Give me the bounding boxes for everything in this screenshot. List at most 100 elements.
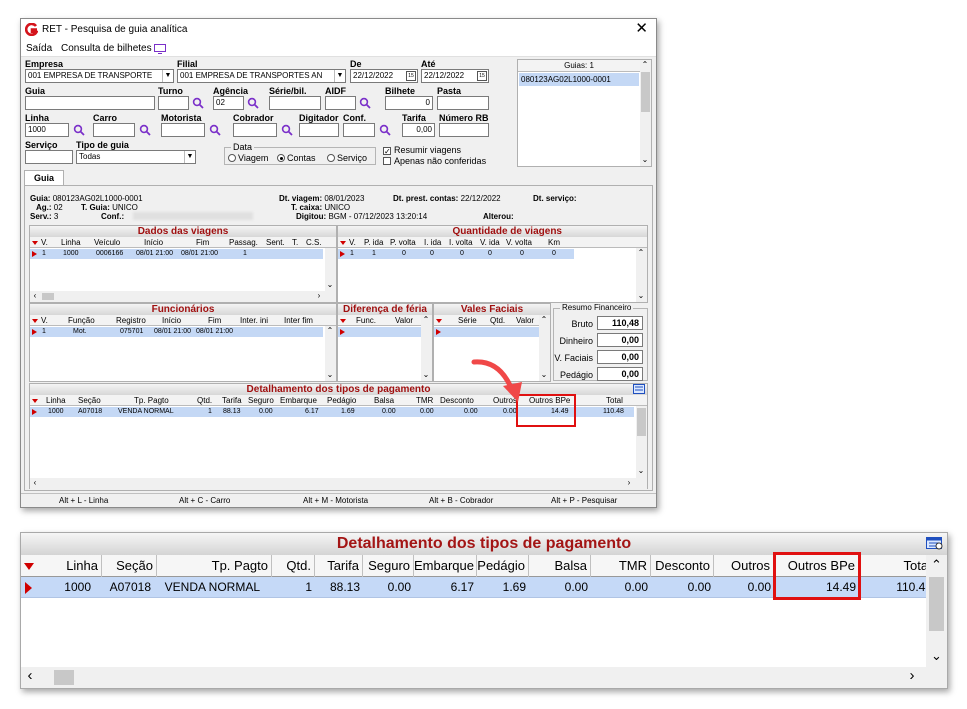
col-secao[interactable]: Seção: [78, 395, 101, 406]
conf-search-icon[interactable]: [379, 124, 391, 136]
col-qtd[interactable]: Qtd.: [490, 315, 505, 326]
calendar-icon[interactable]: 15: [406, 71, 416, 81]
col-tp-pagto[interactable]: Tp. Pagto: [157, 555, 272, 577]
guias-list[interactable]: Guias: 1 080123AG02L1000-0001 ⌃ ⌄: [517, 59, 652, 167]
col-outros[interactable]: Outros: [714, 555, 774, 577]
col-secao[interactable]: Seção: [102, 555, 157, 577]
col-v-ida[interactable]: V. ida: [480, 237, 500, 248]
chevron-left-icon[interactable]: ‹: [30, 478, 40, 488]
col-desconto[interactable]: Desconto: [440, 395, 474, 406]
scroll-thumb[interactable]: [641, 72, 650, 112]
menu-saida[interactable]: Saída: [26, 43, 52, 54]
calendar-icon[interactable]: 15: [477, 71, 487, 81]
carro-search-icon[interactable]: [139, 124, 151, 136]
col-qtd[interactable]: Qtd.: [197, 395, 212, 406]
col-valor[interactable]: Valor: [516, 315, 534, 326]
diferenca-feria-vscroll[interactable]: ⌃ ⌄: [421, 315, 432, 381]
dados-viagens-grid[interactable]: Dados das viagens V. Linha Veículo Iníci…: [29, 225, 337, 303]
diferenca-feria-grid[interactable]: Diferença de féria Func. Valor ⌃ ⌄: [337, 303, 433, 382]
dados-viagens-hscroll[interactable]: ‹ ›: [30, 291, 336, 302]
agencia-search-icon[interactable]: [247, 97, 259, 109]
chevron-up-icon[interactable]: ⌃: [325, 326, 335, 336]
table-row[interactable]: 1 1000 0006166 08/01 21:00 08/01 21:00 1: [30, 249, 323, 259]
zoom-vscroll[interactable]: ⌃ ⌄: [926, 555, 947, 667]
scroll-thumb[interactable]: [637, 408, 646, 436]
radio-contas[interactable]: Contas: [277, 153, 316, 163]
tipo-guia-select[interactable]: Todas ▼: [76, 150, 196, 164]
chevron-down-icon[interactable]: ⌄: [325, 370, 335, 380]
turno-search-icon[interactable]: [192, 97, 204, 109]
col-tarifa[interactable]: Tarifa: [315, 555, 363, 577]
de-date-field[interactable]: 22/12/2022 15: [350, 69, 418, 83]
chevron-right-icon[interactable]: ›: [624, 478, 634, 488]
detalhamento-vscroll[interactable]: ⌄: [636, 406, 647, 478]
numero-rb-input[interactable]: [439, 123, 489, 137]
chevron-down-icon[interactable]: ⌄: [421, 370, 431, 380]
conf-input[interactable]: [343, 123, 375, 137]
table-row[interactable]: 1 Mot. 075701 08/01 21:00 08/01 21:00: [30, 327, 323, 337]
col-passag[interactable]: Passag.: [229, 237, 258, 248]
check-resumir[interactable]: ✓ Resumir viagens: [383, 145, 461, 156]
chevron-down-icon[interactable]: ⌄: [640, 155, 650, 165]
chevron-left-icon[interactable]: ‹: [25, 668, 35, 683]
col-cs[interactable]: C.S.: [306, 237, 322, 248]
col-inter-ini[interactable]: Inter. ini: [240, 315, 268, 326]
chevron-up-icon[interactable]: ⌃: [931, 558, 942, 571]
col-p-ida[interactable]: P. ida: [364, 237, 383, 248]
col-p-volta[interactable]: P. volta: [390, 237, 416, 248]
chevron-right-icon[interactable]: ›: [314, 291, 324, 301]
col-tmr[interactable]: TMR: [416, 395, 433, 406]
agencia-input[interactable]: 02: [213, 96, 244, 110]
chevron-down-icon[interactable]: ⌄: [325, 280, 335, 290]
zoom-hscroll[interactable]: ‹ ›: [21, 667, 947, 688]
cobrador-input[interactable]: [233, 123, 277, 137]
col-total[interactable]: Total: [859, 555, 935, 577]
chevron-down-icon[interactable]: ⌄: [636, 466, 646, 476]
col-t[interactable]: T.: [292, 237, 298, 248]
chevron-right-icon[interactable]: ›: [907, 668, 917, 683]
aidf-input[interactable]: [325, 96, 356, 110]
guia-input[interactable]: [25, 96, 155, 110]
quantidade-viagens-grid[interactable]: Quantidade de viagens V. P. ida P. volta…: [337, 225, 648, 303]
table-row[interactable]: [338, 327, 421, 337]
check-apenas[interactable]: Apenas não conferidas: [383, 156, 486, 166]
col-fim[interactable]: Fim: [196, 237, 209, 248]
col-tmr[interactable]: TMR: [591, 555, 651, 577]
col-seguro[interactable]: Seguro: [363, 555, 414, 577]
scroll-thumb[interactable]: [929, 577, 944, 631]
funcionarios-vscroll[interactable]: ⌃ ⌄: [325, 326, 336, 381]
turno-input[interactable]: [158, 96, 189, 110]
col-pedagio[interactable]: Pedágio: [477, 555, 529, 577]
tarifa-input[interactable]: 0,00: [402, 123, 435, 137]
monitor-icon[interactable]: [154, 44, 166, 54]
col-inter-fim[interactable]: Inter fim: [284, 315, 313, 326]
table-row[interactable]: 1 1 0 0 0 0 0 0: [338, 249, 574, 259]
close-icon[interactable]: ✕: [635, 21, 648, 37]
col-linha[interactable]: Linha: [36, 555, 102, 577]
carro-input[interactable]: [93, 123, 135, 137]
linha-input[interactable]: 1000: [25, 123, 69, 137]
chevron-left-icon[interactable]: ‹: [30, 291, 40, 301]
aidf-search-icon[interactable]: [359, 97, 371, 109]
col-pedagio[interactable]: Pedágio: [327, 395, 356, 406]
col-balsa[interactable]: Balsa: [374, 395, 394, 406]
col-i-volta[interactable]: I. volta: [449, 237, 473, 248]
col-linha[interactable]: Linha: [46, 395, 66, 406]
col-sent[interactable]: Sent.: [266, 237, 285, 248]
col-inicio[interactable]: Início: [144, 237, 163, 248]
col-balsa[interactable]: Balsa: [529, 555, 591, 577]
pasta-input[interactable]: [437, 96, 489, 110]
chevron-down-icon[interactable]: ⌄: [636, 291, 646, 301]
dados-viagens-vscroll[interactable]: ⌄: [325, 248, 336, 291]
linha-search-icon[interactable]: [73, 124, 85, 136]
serie-input[interactable]: [269, 96, 321, 110]
detalhamento-hscroll[interactable]: ‹ ›: [30, 478, 647, 489]
servico-input[interactable]: [25, 150, 73, 164]
chevron-down-icon[interactable]: ⌄: [931, 649, 942, 662]
motorista-search-icon[interactable]: [209, 124, 221, 136]
ate-date-field[interactable]: 22/12/2022 15: [421, 69, 489, 83]
col-km[interactable]: Km: [548, 237, 560, 248]
empresa-select[interactable]: 001 EMPRESA DE TRANSPORTE ▼: [25, 69, 174, 83]
radio-viagem[interactable]: Viagem: [228, 153, 268, 163]
col-tp-pagto[interactable]: Tp. Pagto: [134, 395, 169, 406]
